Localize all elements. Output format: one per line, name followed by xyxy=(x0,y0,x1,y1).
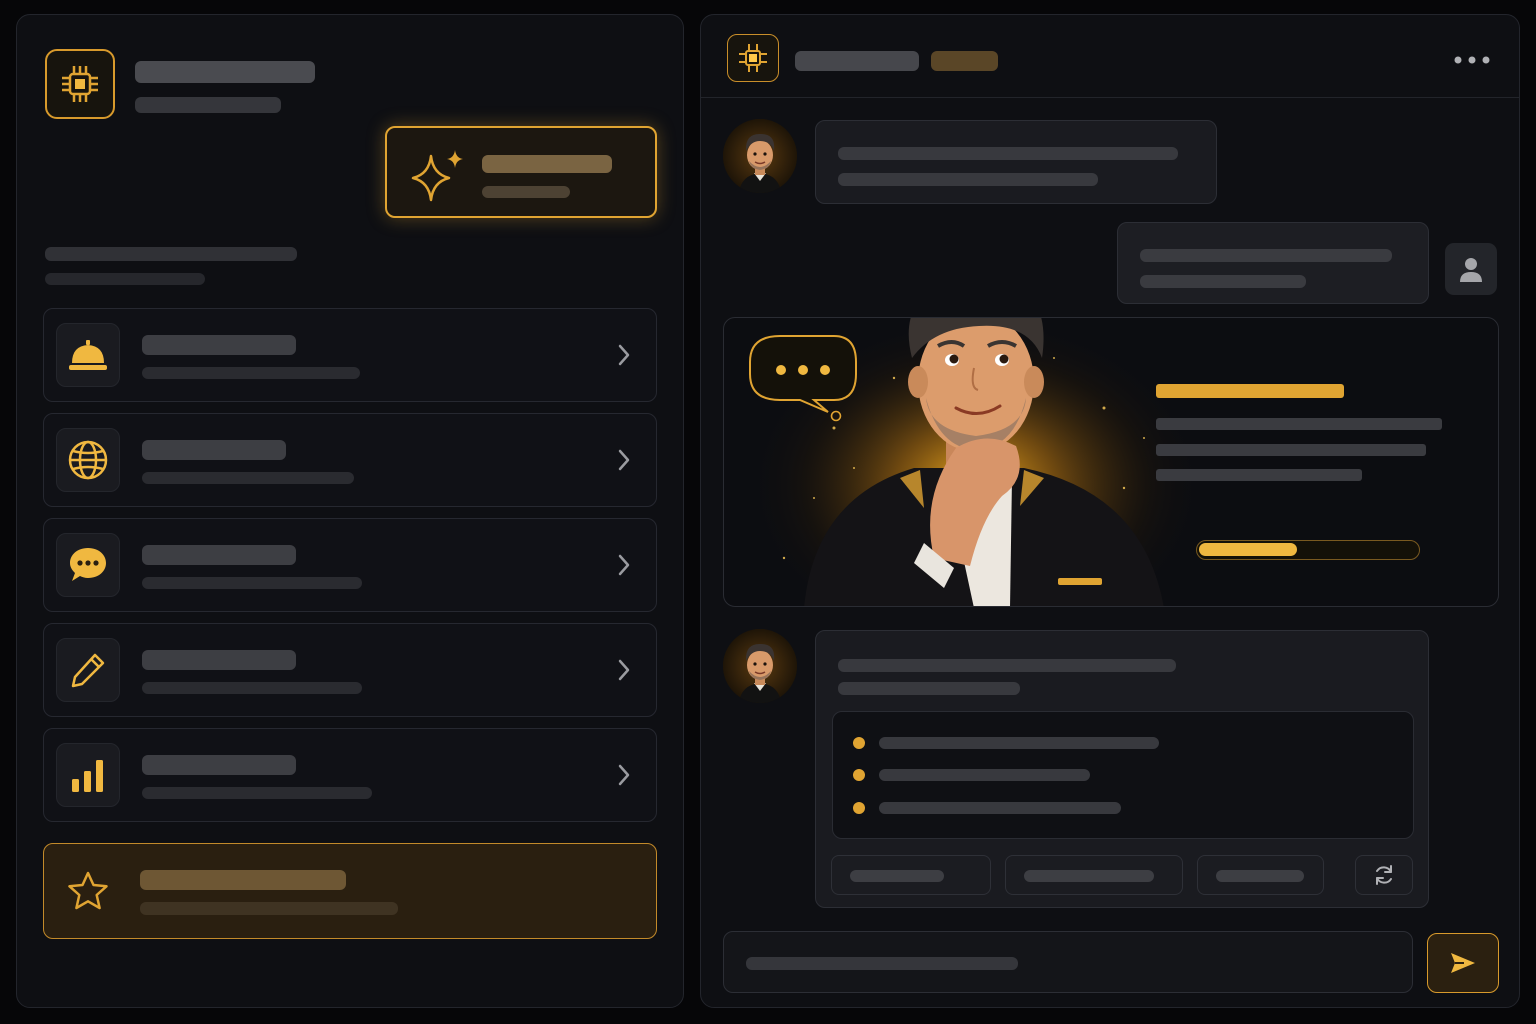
service-bell-icon xyxy=(69,340,107,370)
menu-item-analytics[interactable] xyxy=(43,728,657,822)
list-item-placeholder xyxy=(879,737,1159,749)
assistant-sidebar xyxy=(16,14,684,1008)
assistant-thinking-card xyxy=(723,317,1499,607)
list-item-placeholder xyxy=(879,769,1090,781)
list-item-placeholder xyxy=(879,802,1121,814)
chevron-right-icon xyxy=(618,344,630,366)
progress-track xyxy=(1196,540,1420,560)
chip-icon xyxy=(62,66,98,102)
app-logo xyxy=(45,49,115,119)
assistant-avatar xyxy=(723,119,797,193)
bullet-dot xyxy=(853,802,865,814)
chevron-right-icon xyxy=(618,764,630,786)
menu-item-title-placeholder xyxy=(142,650,296,670)
regenerate-button[interactable] xyxy=(1355,855,1413,895)
chat-panel xyxy=(700,14,1520,1008)
message-line-placeholder xyxy=(838,173,1098,186)
sparkle-icon xyxy=(411,150,463,202)
assistant-avatar xyxy=(723,629,797,703)
chip-label-placeholder xyxy=(850,870,944,882)
app-subtitle-placeholder xyxy=(135,97,281,113)
assistant-avatar-image xyxy=(723,629,797,703)
section-subheading-placeholder xyxy=(45,273,205,285)
chip-label-placeholder xyxy=(1216,870,1304,882)
pencil-icon-tile xyxy=(56,638,120,702)
chat-bubble-icon xyxy=(70,548,106,581)
response-line-placeholder xyxy=(838,682,1020,695)
menu-item-subtitle-placeholder xyxy=(142,367,360,379)
menu-item-title-placeholder xyxy=(142,755,296,775)
insight-line-placeholder xyxy=(1156,469,1362,481)
menu-item-languages[interactable] xyxy=(43,413,657,507)
message-input[interactable] xyxy=(723,931,1413,993)
suggestion-chip[interactable] xyxy=(831,855,991,895)
user-message xyxy=(1117,222,1429,304)
insight-title-placeholder xyxy=(1156,384,1344,398)
chat-icon-tile xyxy=(56,533,120,597)
message-line-placeholder xyxy=(1140,275,1306,288)
app-title-placeholder xyxy=(135,61,315,83)
service-icon-tile xyxy=(56,323,120,387)
menu-item-subtitle-placeholder xyxy=(142,577,362,589)
chip-icon xyxy=(739,44,767,72)
response-line-placeholder xyxy=(838,659,1176,672)
chat-title-placeholder xyxy=(795,51,919,71)
more-horizontal-icon[interactable] xyxy=(1453,53,1491,67)
header-divider xyxy=(701,97,1519,98)
new-chat-card[interactable] xyxy=(385,126,657,218)
insight-line-placeholder xyxy=(1156,418,1442,430)
menu-item-title-placeholder xyxy=(142,440,286,460)
menu-item-chat[interactable] xyxy=(43,518,657,612)
menu-item-subtitle-placeholder xyxy=(142,472,354,484)
assistant-message xyxy=(815,120,1217,204)
suggestion-chip[interactable] xyxy=(1197,855,1324,895)
pencil-icon xyxy=(71,653,105,688)
chevron-right-icon xyxy=(618,554,630,576)
chevron-right-icon xyxy=(618,449,630,471)
progress-fill xyxy=(1199,543,1297,556)
assistant-avatar-image xyxy=(723,119,797,193)
menu-item-title-placeholder xyxy=(142,335,296,355)
suggestion-chip[interactable] xyxy=(1005,855,1183,895)
refresh-icon xyxy=(1376,865,1392,885)
chevron-right-icon xyxy=(618,659,630,681)
chart-icon-tile xyxy=(56,743,120,807)
bullet-list xyxy=(832,711,1414,839)
message-line-placeholder xyxy=(838,147,1178,160)
send-button[interactable] xyxy=(1427,933,1499,993)
insight-line-placeholder xyxy=(1156,444,1426,456)
bar-chart-icon xyxy=(72,760,103,792)
menu-item-title-placeholder xyxy=(142,545,296,565)
menu-item-subtitle-placeholder xyxy=(142,682,362,694)
star-icon xyxy=(68,871,108,910)
menu-item-subtitle-placeholder xyxy=(142,787,372,799)
new-chat-subtitle-placeholder xyxy=(482,186,570,198)
input-placeholder-bar xyxy=(746,957,1018,970)
featured-item[interactable] xyxy=(43,843,657,939)
new-chat-title-placeholder xyxy=(482,155,612,173)
message-line-placeholder xyxy=(1140,249,1392,262)
bullet-dot xyxy=(853,737,865,749)
section-heading-placeholder xyxy=(45,247,297,261)
menu-item-service[interactable] xyxy=(43,308,657,402)
chat-header-logo xyxy=(727,34,779,82)
featured-subtitle-placeholder xyxy=(140,902,398,915)
globe-icon xyxy=(68,440,108,480)
send-icon xyxy=(1451,953,1475,973)
chip-label-placeholder xyxy=(1024,870,1154,882)
status-badge-placeholder xyxy=(931,51,998,71)
thinking-assistant-illustration xyxy=(746,318,1206,606)
user-avatar xyxy=(1445,243,1497,295)
featured-title-placeholder xyxy=(140,870,346,890)
user-icon xyxy=(1460,258,1482,282)
bullet-dot xyxy=(853,769,865,781)
globe-icon-tile xyxy=(56,428,120,492)
menu-item-write[interactable] xyxy=(43,623,657,717)
